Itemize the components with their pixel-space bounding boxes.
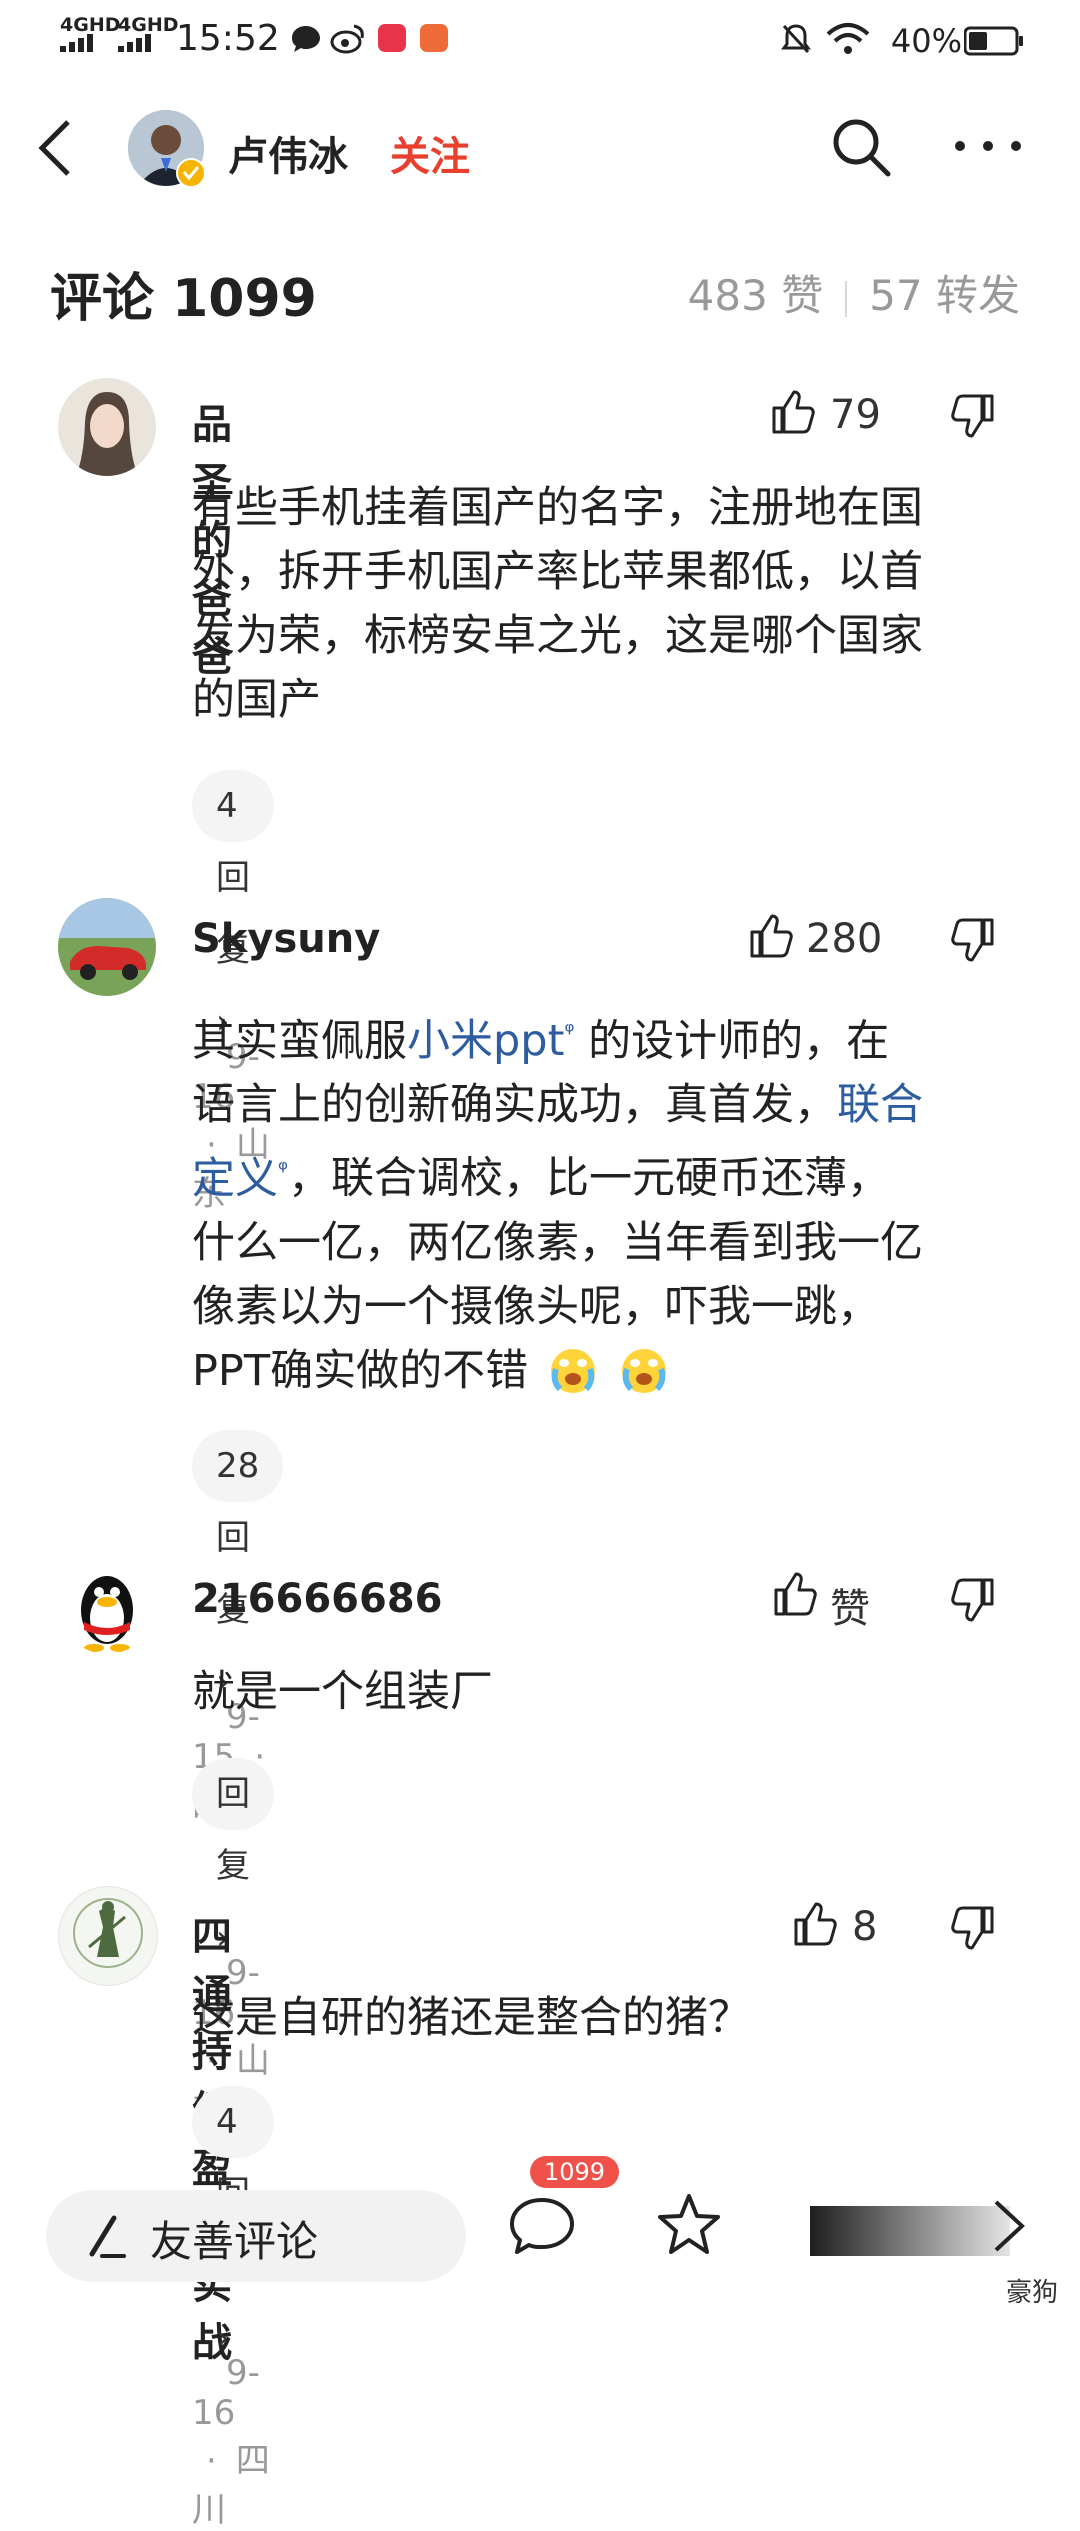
comment-like-count: 8 [852,1904,878,1950]
thumbs-down-icon[interactable] [950,1576,998,1624]
reply-label: 回复 [216,1774,250,1886]
search-icon: ᵠ [564,1018,575,1046]
reply-button[interactable]: 28回复 › [192,1430,284,1702]
app-notification-icon [378,24,406,52]
search-icon: ᵠ [278,1155,288,1184]
thumbs-down-icon[interactable] [950,392,998,440]
comment-line: 的国产 [192,675,321,725]
comment-line: 发为荣，标榜安卓之光，这是哪个国家 [192,611,923,661]
comment-date: 9-16 [192,2353,260,2433]
comment-line: 这是自研的猪还是整合的猪？ [192,1993,751,2043]
comment-text: 就是一个组装厂 [192,1660,1022,1724]
topic-link-label: 小米ppt [407,1016,565,1067]
reply-button[interactable]: 回复 › [192,1758,274,1958]
comment-text-segment: 的设计师的，在 [574,1016,890,1067]
comment-line: 定义ᵠ，联合调校，比一元硬币还薄， [192,1137,1022,1210]
thumbs-down-icon[interactable] [950,916,998,964]
commenter-avatar[interactable] [58,378,156,476]
comment-line: 其实蛮佩服小米pptᵠ 的设计师的，在 [192,1000,1022,1073]
comment-text-segment: 其实蛮佩服 [192,1016,407,1067]
thumbs-up-icon[interactable] [770,1570,818,1618]
comment-like-count: 79 [830,392,881,438]
star-icon[interactable] [654,2190,724,2260]
comment-line: 像素以为一个摄像头呢，吓我一跳， [192,1281,880,1332]
commenter-avatar[interactable] [58,1886,158,1986]
mute-bell-icon [781,24,811,54]
signal-1: 4GHD [60,16,121,56]
share-icon[interactable] [990,2196,1030,2256]
signal-2: 4GHD [118,16,179,56]
status-bar: 4GHD 4GHD 15:52 40% [0,0,1080,84]
thumbs-up-icon[interactable] [790,1900,838,1948]
meta-dot: · [206,2441,217,2481]
topic-link-label: 定义 [192,1153,278,1204]
comment-text: 有些手机挂着国产的名字，注册地在国 外，拆开手机国产率比苹果都低，以首 发为荣，… [192,476,1022,732]
commenter-avatar-image [73,1898,143,1968]
verified-badge-icon [176,158,206,188]
topic-link[interactable]: 定义ᵠ [192,1154,288,1204]
pen-icon [89,2215,126,2258]
commenter-avatar-image [58,378,156,476]
comment-like-count: 280 [806,916,883,962]
comment-line: 外，拆开手机国产率比苹果都低，以首 [192,547,923,597]
follow-button[interactable]: 关注 [390,124,470,182]
share-button-overlay[interactable] [810,2206,1010,2256]
comment-line: 有些手机挂着国产的名字，注册地在国 [192,483,923,533]
post-stats: 483 赞 57 转发 [688,262,1020,323]
reply-button[interactable]: 4回复 › [192,770,274,1042]
comments-title: 评论 1099 [50,269,317,329]
crying-emoji-icon [550,1348,595,1393]
commenter-name[interactable]: Skysuny [192,916,380,962]
more-icon[interactable] [950,136,1026,156]
comment-text: 这是自研的猪还是整合的猪？ [192,1986,1022,2050]
commenter-avatar[interactable] [58,898,156,996]
commenter-name[interactable]: 216666686 [192,1576,443,1622]
topic-link[interactable]: 小米pptᵠ [407,1016,574,1066]
battery-icon [964,26,1023,56]
app-notification-icon-2 [420,24,448,52]
back-icon[interactable] [36,118,76,178]
watermark: 豪狗 [1005,2278,1058,2308]
comment-meta-row: 4回复 › 9-16 · 四川 [192,2086,274,2531]
commenter-avatar-image [81,1576,133,1652]
signal-bars-icon [60,34,93,52]
author-name[interactable]: 卢伟冰 [228,124,348,182]
signal-bars-icon [118,34,151,52]
status-time: 15:52 [176,18,280,59]
comment-text-segment: PPT确实做的不错 [192,1345,529,1396]
weibo-icon [330,24,364,54]
comment-line: 就是一个组装厂 [192,1667,493,1717]
comment-text-segment: 语言上的创新确实成功，真首发， [192,1080,837,1131]
reposts-count[interactable]: 57 转发 [869,271,1020,320]
crying-emoji-icon [622,1348,667,1393]
comment-text: 其实蛮佩服小米pptᵠ 的设计师的，在 语言上的创新确实成功，真首发，联合 定义… [192,1000,1022,1403]
signal-2-label: 4GHD [118,14,179,36]
thumbs-up-icon[interactable] [746,912,794,960]
comment-line: 语言上的创新确实成功，真首发，联合 [192,1073,1022,1137]
signal-1-label: 4GHD [60,14,121,36]
comment-like-count: 赞 [830,1586,870,1632]
commenter-avatar-image [58,898,156,996]
battery-percent: 40% [890,22,962,60]
thumbs-up-icon[interactable] [768,388,816,436]
comment-location: 四川 [192,2441,270,2530]
commenter-avatar[interactable] [58,1556,156,1654]
comment-icon[interactable] [506,2190,578,2262]
comment-text-segment: ，联合调校，比一元硬币还薄， [287,1153,890,1204]
reply-button[interactable]: 4回复 › [192,2086,274,2358]
comment-line: 什么一亿，两亿像素，当年看到我一亿 [192,1217,923,1268]
thumbs-down-icon[interactable] [950,1904,998,1952]
chat-bubble-icon [292,26,320,52]
comment-input-label: 友善评论 [150,2217,319,2266]
wifi-icon [826,23,870,54]
topic-link[interactable]: 联合 [837,1080,923,1130]
comment-line: PPT确实做的不错 [192,1339,1022,1403]
search-icon[interactable] [830,116,892,178]
stats-divider [845,280,848,317]
comment-count-badge: 1099 [530,2156,620,2188]
likes-count[interactable]: 483 赞 [688,271,824,320]
